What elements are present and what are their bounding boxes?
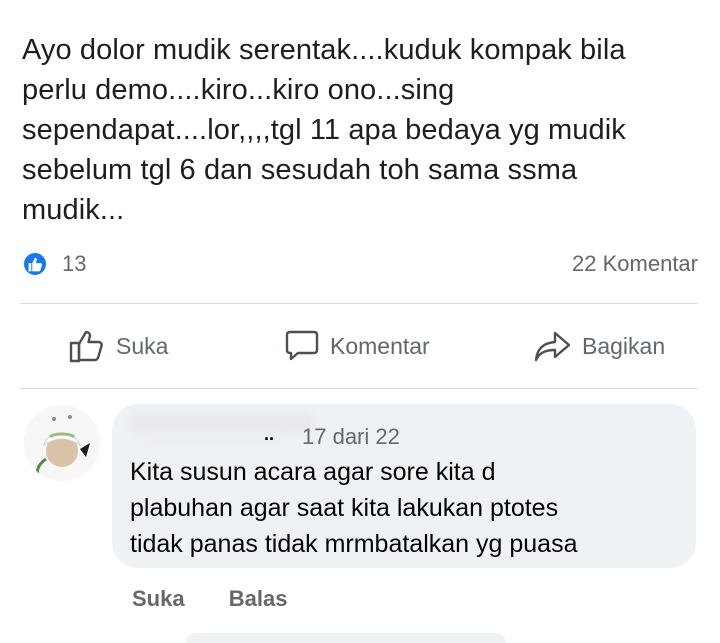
comment-reply-button[interactable]: Balas	[229, 586, 288, 611]
comment-text-line: Kita susun acara agar sore kita d	[130, 458, 496, 486]
comment-text-line: plabuhan agar saat kita lakukan ptotes	[130, 494, 559, 522]
like-button-label: Suka	[116, 332, 169, 359]
like-count[interactable]: 13	[62, 251, 86, 277]
comment-bubble-icon	[285, 330, 319, 361]
comment-actions: Suka Balas	[132, 586, 325, 612]
share-button-label: Bagikan	[582, 332, 666, 359]
post-text-line: mudik...	[22, 194, 125, 226]
like-button[interactable]: Suka	[68, 326, 168, 366]
comment-item: .. 17 dari 22 Kita susun acara agar sore…	[0, 400, 720, 641]
comment-text-line: tidak panas tidak mrmbatalkan yg puasa	[130, 530, 578, 558]
post-text-line: perlu demo....kiro...kiro ono...sing	[22, 74, 455, 106]
comment-button-label: Komentar	[330, 332, 430, 359]
comment-button[interactable]: Komentar	[284, 326, 430, 366]
post-text-line: sebelum tgl 6 dan sesudah toh sama ssma	[22, 154, 578, 186]
thumbs-up-icon	[69, 330, 103, 363]
blurred-name-fragment: ..	[264, 424, 275, 444]
comment-text: Kita susun acara agar sore kita d plabuh…	[130, 454, 690, 562]
avatar[interactable]	[24, 405, 100, 481]
share-arrow-icon	[534, 331, 571, 362]
reactions-summary[interactable]: 13 22 Komentar	[20, 248, 700, 280]
divider	[20, 303, 698, 304]
comment-meta: 17 dari 22	[302, 424, 400, 449]
divider	[20, 388, 698, 389]
comment-count[interactable]: 22 Komentar	[572, 251, 698, 277]
post-text: Ayo dolor mudik serentak....kuduk kompak…	[22, 30, 692, 230]
post-text-line: sependapat....lor,,,,tgl 11 apa bedaya y…	[22, 114, 626, 146]
comment-bubble: .. 17 dari 22 Kita susun acara agar sore…	[112, 404, 696, 568]
post-text-line: Ayo dolor mudik serentak....kuduk kompak…	[22, 34, 626, 66]
blurred-author-name	[142, 434, 282, 448]
next-comment-peek	[186, 633, 506, 643]
comment-like-button[interactable]: Suka	[132, 586, 185, 611]
like-reaction-icon	[22, 251, 48, 277]
blurred-author-name	[130, 412, 314, 434]
post-action-bar: Suka Komentar Bagikan	[0, 306, 720, 388]
share-button[interactable]: Bagikan	[534, 326, 665, 366]
